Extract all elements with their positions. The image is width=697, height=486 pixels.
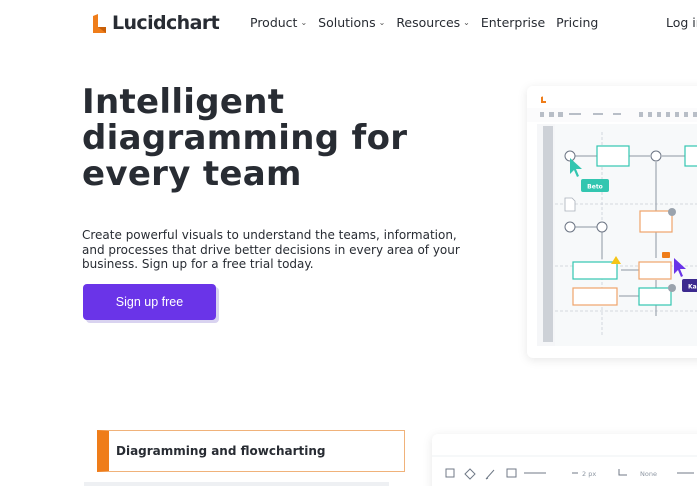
menu-item-enterprise[interactable]: Enterprise	[481, 15, 545, 30]
menu-item-solutions[interactable]: Solutions ⌄	[318, 15, 385, 30]
logo-text: Lucidchart	[112, 12, 220, 34]
image-icon	[506, 468, 517, 478]
editor-toolbar-illustration: 2 px None	[432, 455, 697, 480]
main-menu: Product ⌄ Solutions ⌄ Resources ⌄ Enterp…	[250, 15, 598, 30]
logo[interactable]: Lucidchart	[93, 12, 220, 34]
fill-bucket-icon	[464, 468, 476, 480]
menu-item-label: Resources	[396, 15, 461, 30]
diagram-preview-illustration: Beto Ka	[527, 86, 697, 346]
chevron-down-icon: ⌄	[378, 18, 386, 27]
editor-toolbar-preview: 2 px None	[432, 434, 697, 486]
document-icon	[564, 197, 576, 212]
chevron-down-icon: ⌄	[463, 18, 470, 27]
feature-tab-diagramming[interactable]: Diagramming and flowcharting	[97, 430, 405, 472]
connector-icon	[618, 469, 627, 476]
menu-item-pricing[interactable]: Pricing	[556, 15, 598, 30]
login-link[interactable]: Log in	[666, 15, 697, 30]
menu-item-label: Product	[250, 15, 298, 30]
menu-item-label: Solutions	[318, 15, 376, 30]
hero-title: Intelligent diagramming for every team	[82, 82, 408, 194]
shape-icon	[445, 468, 455, 478]
arrow-style-value: None	[640, 470, 657, 478]
collaborator-tag-beto: Beto	[587, 184, 603, 191]
feature-divider	[84, 482, 389, 486]
pencil-icon	[485, 469, 495, 480]
collaborator-tag-ka: Ka	[688, 284, 697, 291]
stroke-width-value: 2 px	[582, 470, 596, 478]
hero-subtitle: Create powerful visuals to understand th…	[82, 228, 460, 271]
menu-item-resources[interactable]: Resources ⌄	[396, 15, 470, 30]
lucidchart-logo-icon	[93, 13, 106, 33]
feature-tab-label: Diagramming and flowcharting	[116, 444, 326, 458]
menu-item-label: Pricing	[556, 15, 599, 30]
top-nav: Lucidchart Product ⌄ Solutions ⌄ Resourc…	[0, 0, 697, 46]
sign-up-button[interactable]: Sign up free	[83, 284, 216, 320]
product-preview: Beto Ka	[527, 86, 697, 358]
chevron-down-icon: ⌄	[300, 18, 308, 27]
menu-item-label: Enterprise	[480, 15, 546, 30]
menu-item-product[interactable]: Product ⌄	[250, 15, 307, 30]
